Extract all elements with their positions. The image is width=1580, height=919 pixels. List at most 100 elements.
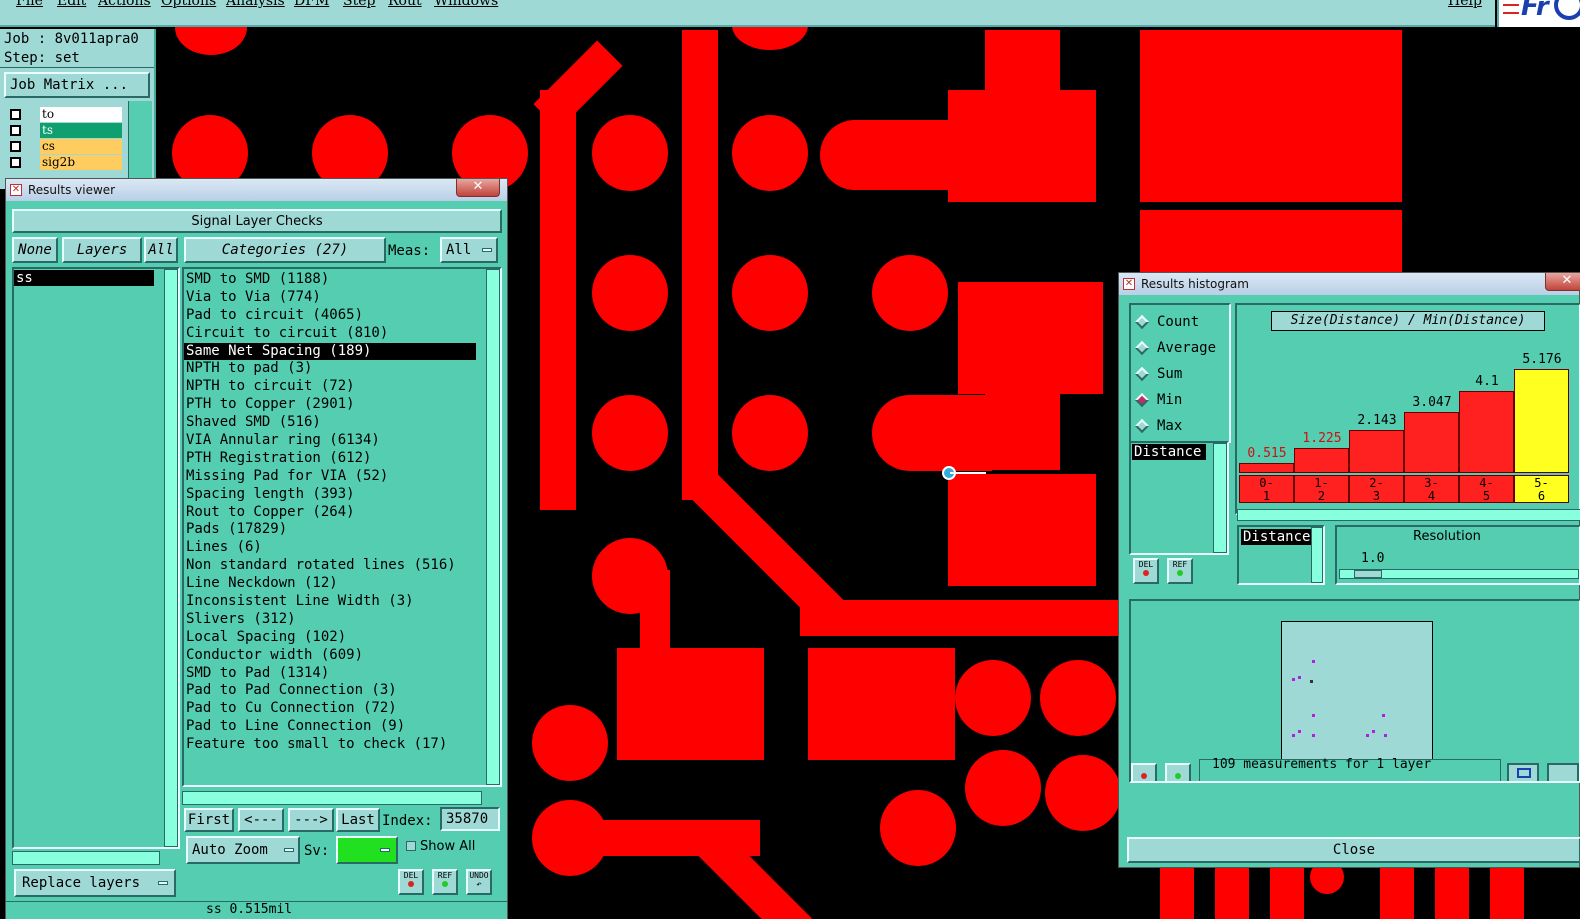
category-item[interactable]: Spacing length (393) xyxy=(184,486,500,504)
category-item[interactable]: Same Net Spacing (189) xyxy=(184,342,476,361)
menu-help[interactable]: Help xyxy=(1448,0,1482,9)
all-button[interactable]: All xyxy=(144,237,178,263)
slider-thumb[interactable] xyxy=(1354,570,1382,578)
categories-vscroll[interactable] xyxy=(486,269,500,785)
attribute-list[interactable]: Distance xyxy=(1129,441,1229,555)
category-item[interactable]: Lines (6) xyxy=(184,539,500,557)
prev-button[interactable]: <--- xyxy=(238,808,284,832)
menu-edit[interactable]: Edit xyxy=(57,0,86,9)
histogram-bar[interactable] xyxy=(1349,429,1404,473)
preview-red-button[interactable] xyxy=(1131,763,1157,781)
layers-button[interactable]: Layers xyxy=(62,237,142,263)
fit-icon[interactable] xyxy=(1547,763,1579,781)
category-item[interactable]: Missing Pad for VIA (52) xyxy=(184,468,500,486)
radio-min[interactable]: Min xyxy=(1131,387,1229,413)
undo-button[interactable]: UNDO ↶ xyxy=(466,869,492,895)
ref-button[interactable]: REF xyxy=(432,869,458,895)
layer-results-list[interactable]: ss xyxy=(12,267,180,849)
category-item[interactable]: Conductor width (609) xyxy=(184,647,500,665)
close-icon[interactable]: ✕ xyxy=(456,179,500,197)
radio-average[interactable]: Average xyxy=(1131,335,1229,361)
histogram-bar[interactable] xyxy=(1239,462,1294,473)
menu-analysis[interactable]: Analysis xyxy=(226,0,285,9)
layer-row[interactable]: ts xyxy=(6,123,124,139)
histogram-bar[interactable] xyxy=(1294,448,1349,473)
category-item[interactable]: Pads (17829) xyxy=(184,521,500,539)
category-item[interactable]: Feature too small to check (17) xyxy=(184,736,500,754)
menu-file[interactable]: File xyxy=(16,0,43,9)
results-viewer-titlebar[interactable]: ✕ Results viewer ✕ xyxy=(6,179,507,201)
layer-list-scrollbar[interactable] xyxy=(128,101,152,189)
layer-list-vscroll[interactable] xyxy=(164,269,178,847)
category-item[interactable]: Local Spacing (102) xyxy=(184,629,500,647)
preview-green-button[interactable] xyxy=(1165,763,1191,781)
menu-windows[interactable]: Windows xyxy=(434,0,498,9)
menu-step[interactable]: Step xyxy=(343,0,375,9)
sv-color-dropdown[interactable] xyxy=(336,836,398,864)
hist-ref-button[interactable]: REF xyxy=(1167,558,1193,584)
menu-actions[interactable]: Actions xyxy=(98,0,151,9)
attribute-item[interactable]: Distance xyxy=(1132,444,1206,460)
category-item[interactable]: Non standard rotated lines (516) xyxy=(184,557,500,575)
layer-row[interactable]: to xyxy=(6,107,124,123)
signal-layer-checks-header[interactable]: Signal Layer Checks xyxy=(12,209,502,233)
next-button[interactable]: ---> xyxy=(288,808,334,832)
radio-sum[interactable]: Sum xyxy=(1131,361,1229,387)
category-item[interactable]: Shaved SMD (516) xyxy=(184,414,500,432)
none-button[interactable]: None xyxy=(12,237,58,263)
menu-dfm[interactable]: DFM xyxy=(294,0,329,9)
category-item[interactable]: Inconsistent Line Width (3) xyxy=(184,593,500,611)
menu-rout[interactable]: Rout xyxy=(388,0,422,9)
checkbox-icon[interactable] xyxy=(10,109,21,120)
attribute-vscroll[interactable] xyxy=(1213,443,1227,553)
job-matrix-button[interactable]: Job Matrix ... xyxy=(4,72,150,98)
histogram-bar[interactable] xyxy=(1459,390,1514,473)
histogram-bar[interactable] xyxy=(1514,369,1569,473)
category-item[interactable]: Circuit to circuit (810) xyxy=(184,325,500,343)
res-attr-vscroll[interactable] xyxy=(1311,527,1323,583)
category-item[interactable]: Slivers (312) xyxy=(184,611,500,629)
layer-results-item[interactable]: ss xyxy=(14,270,154,286)
show-all-checkbox[interactable] xyxy=(406,841,416,851)
radio-count[interactable]: Count xyxy=(1131,309,1229,335)
category-item[interactable]: Via to Via (774) xyxy=(184,289,500,307)
checkbox-icon[interactable] xyxy=(10,125,21,136)
category-item[interactable]: Pad to Cu Connection (72) xyxy=(184,700,500,718)
histogram-close-button[interactable]: Close xyxy=(1127,837,1580,863)
category-item[interactable]: NPTH to circuit (72) xyxy=(184,378,500,396)
category-item[interactable]: PTH Registration (612) xyxy=(184,450,500,468)
replace-layers-dropdown[interactable]: Replace layers xyxy=(14,869,176,897)
del-button[interactable]: DEL xyxy=(398,869,424,895)
hist-del-button[interactable]: DEL xyxy=(1133,558,1159,584)
chart-hscroll[interactable] xyxy=(1237,509,1580,521)
index-input[interactable]: 35870 xyxy=(440,807,500,831)
first-button[interactable]: First xyxy=(184,808,234,832)
category-item[interactable]: Line Neckdown (12) xyxy=(184,575,500,593)
close-icon[interactable]: ✕ xyxy=(1545,273,1580,291)
category-item[interactable]: PTH to Copper (2901) xyxy=(184,396,500,414)
category-item[interactable]: Rout to Copper (264) xyxy=(184,504,500,522)
categories-button[interactable]: Categories (27) xyxy=(184,237,386,263)
category-item[interactable]: SMD to SMD (1188) xyxy=(184,271,500,289)
layer-list-hscroll[interactable] xyxy=(12,851,160,865)
last-button[interactable]: Last xyxy=(336,808,380,832)
resolution-slider[interactable] xyxy=(1339,569,1579,579)
category-item[interactable]: VIA Annular ring (6134) xyxy=(184,432,500,450)
auto-zoom-dropdown[interactable]: Auto Zoom xyxy=(186,836,300,864)
checkbox-icon[interactable] xyxy=(10,157,21,168)
category-item[interactable]: NPTH to pad (3) xyxy=(184,360,500,378)
layer-row[interactable]: cs xyxy=(6,139,124,155)
category-item[interactable]: Pad to Pad Connection (3) xyxy=(184,682,500,700)
category-item[interactable]: SMD to Pad (1314) xyxy=(184,665,500,683)
category-item[interactable]: Pad to circuit (4065) xyxy=(184,307,500,325)
layer-row[interactable]: sig2b xyxy=(6,155,124,171)
results-histogram-titlebar[interactable]: ✕ Results histogram ✕ xyxy=(1119,273,1580,295)
categories-list[interactable]: SMD to SMD (1188) Via to Via (774) Pad to … xyxy=(182,267,502,787)
res-attr-item[interactable]: Distance xyxy=(1241,529,1313,545)
categories-hscroll[interactable] xyxy=(182,791,482,805)
zoom-window-icon[interactable] xyxy=(1507,763,1539,781)
radio-max[interactable]: Max xyxy=(1131,413,1229,439)
meas-dropdown[interactable]: All xyxy=(440,237,498,263)
checkbox-icon[interactable] xyxy=(10,141,21,152)
histogram-bar[interactable] xyxy=(1404,411,1459,473)
